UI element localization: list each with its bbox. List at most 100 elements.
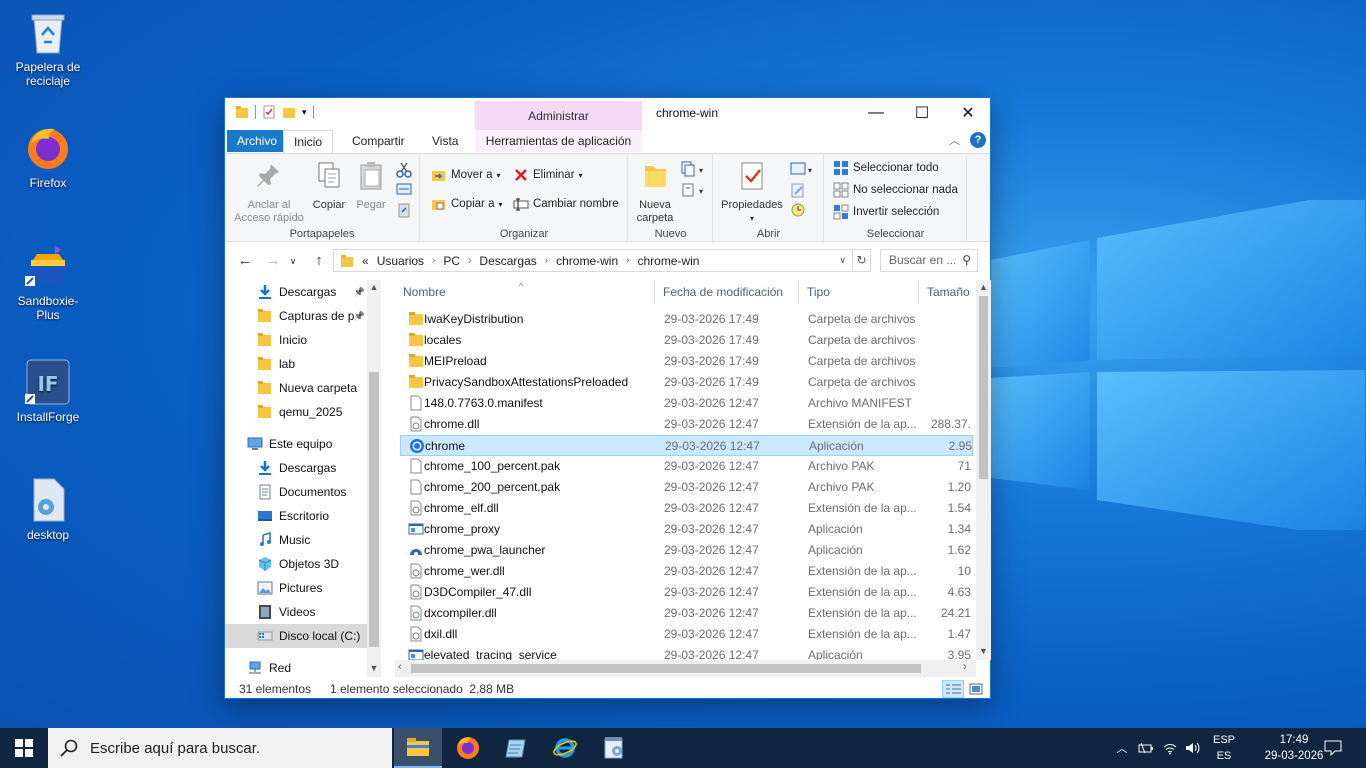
breadcrumb-pc[interactable]: PC [443,254,460,268]
taskbar-app-installer[interactable] [590,728,638,768]
file-row[interactable]: chrome_proxy 29-03-2026 12:47 Aplicación 1.… [400,519,973,540]
wifi-icon[interactable] [1162,741,1178,755]
open-icon[interactable]: ▾ [790,162,816,176]
nav-pane-scrollbar[interactable]: ▲ ▼ [367,280,381,677]
forward-button[interactable]: → [263,250,283,272]
nav-item-red[interactable]: Red [225,656,367,677]
chevron-right-icon[interactable]: › [626,255,629,266]
scroll-up-icon[interactable]: ▲ [976,282,991,292]
cut-icon[interactable] [396,162,412,178]
file-row[interactable]: chrome_100_percent.pak 29-03-2026 12:47 Ar… [400,456,973,477]
recent-locations-button[interactable]: ∨ [283,250,303,272]
desktop-icon-recycle-bin[interactable]: Papelera de reciclaje [8,8,88,88]
history-icon[interactable] [790,202,806,218]
new-folder-icon[interactable] [282,105,296,119]
nav-item-inicio[interactable]: Inicio [225,328,367,352]
scroll-down-icon[interactable]: ▼ [976,646,991,656]
invert-selection-button[interactable]: Invertir selección [833,204,939,220]
tab-home[interactable]: Inicio [283,130,334,153]
nav-item-qemu-2025[interactable]: qemu_2025 [225,400,367,424]
collapse-ribbon-icon[interactable]: ︿ [949,132,960,148]
new-folder-button[interactable]: Nueva carpeta [633,160,677,225]
scroll-left-icon[interactable]: ‹ [398,661,402,673]
desktop-icon-installforge[interactable]: IF InstallForge [8,358,88,424]
taskbar-search-box[interactable]: Escribe aquí para buscar. [48,728,392,768]
address-bar[interactable]: « Usuarios › PC › Descargas › chrome-win › c… [333,249,853,272]
file-row[interactable]: chrome_wer.dll 29-03-2026 12:47 Extensión … [400,561,973,582]
rename-button[interactable]: Cambiar nombre [513,196,619,212]
file-row[interactable]: dxil.dll 29-03-2026 12:47 Extensión de la … [400,624,973,645]
column-header-name[interactable]: Nombre ^ [395,280,655,304]
volume-icon[interactable] [1184,741,1202,755]
folder-row[interactable]: locales 29-03-2026 17:49 Carpeta de archiv… [400,330,973,351]
scroll-up-icon[interactable]: ▲ [367,282,381,292]
copy-to-button[interactable]: Copiar a ▾ [431,196,502,212]
edit-icon[interactable] [790,182,806,198]
taskbar-app-file-explorer[interactable] [394,728,442,768]
folder-row[interactable]: MEIPreload 29-03-2026 17:49 Carpeta de arc… [400,351,973,372]
breadcrumb-overflow[interactable]: « [362,254,369,268]
move-to-button[interactable]: Mover a ▾ [431,167,501,183]
file-row[interactable]: chrome 29-03-2026 12:47 Aplicación 2.95 [400,435,973,456]
breadcrumb-chrome-win[interactable]: chrome-win [556,254,618,268]
copy-button[interactable]: Copiar [309,160,349,212]
easy-access-icon[interactable]: ▾ [681,182,705,198]
folder-row[interactable]: IwaKeyDistribution 29-03-2026 17:49 Carpet… [400,309,973,330]
column-header-type[interactable]: Tipo [799,280,919,304]
nav-item-videos[interactable]: Videos [225,600,367,624]
battery-network-icon[interactable] [1138,741,1154,755]
properties-check-icon[interactable] [262,105,276,119]
file-row[interactable]: chrome.dll 29-03-2026 12:47 Extensión de l… [400,414,973,435]
folder-icon[interactable] [235,105,249,119]
file-row[interactable]: chrome_200_percent.pak 29-03-2026 12:47 Ar… [400,477,973,498]
maximize-button[interactable]: ☐ [899,98,945,128]
file-row[interactable]: chrome_elf.dll 29-03-2026 12:47 Extensión … [400,498,973,519]
show-hidden-icons-icon[interactable]: ︿ [1114,740,1130,756]
nav-item-documentos[interactable]: Documentos [225,480,367,504]
desktop-icon-desktop-file[interactable]: desktop [8,476,88,542]
details-view-button[interactable] [942,680,964,698]
nav-item-disco-local-c[interactable]: Disco local (C:) [225,624,367,648]
desktop-icon-sandboxie[interactable]: Sandboxie-Plus [8,242,88,322]
start-button[interactable] [0,728,48,768]
nav-item-lab[interactable]: lab [225,352,367,376]
nav-item-objetos-3d[interactable]: Objetos 3D [225,552,367,576]
chevron-right-icon[interactable]: › [545,255,548,266]
desktop-icon-firefox[interactable]: Firefox [8,124,88,190]
close-button[interactable]: ✕ [945,98,991,128]
file-row[interactable]: 148.0.7763.0.manifest 29-03-2026 12:47 Arc… [400,393,973,414]
breadcrumb-chrome-win-current[interactable]: chrome-win [637,254,699,268]
chevron-right-icon[interactable]: › [468,255,471,266]
scrollbar-thumb[interactable] [979,296,988,479]
taskbar-app-internet-explorer[interactable] [541,728,589,768]
tab-application-tools[interactable]: Herramientas de aplicación [475,130,642,152]
help-icon[interactable]: ? [970,132,986,148]
breadcrumb-descargas[interactable]: Descargas [479,254,536,268]
scrollbar-thumb[interactable] [369,372,379,647]
nav-item-pictures[interactable]: Pictures [225,576,367,600]
copy-path-icon[interactable] [396,183,412,195]
taskbar-app-notepad[interactable] [492,728,540,768]
minimize-button[interactable]: — [853,98,899,128]
properties-button[interactable]: Propiedades ▾ [718,160,786,225]
column-header-size[interactable]: Tamaño [919,280,979,304]
file-list-horizontal-scrollbar[interactable]: ‹ › [395,660,976,677]
action-center-button[interactable] [1310,728,1356,768]
address-dropdown-icon[interactable]: ∨ [839,255,846,266]
scrollbar-thumb[interactable] [411,664,921,673]
taskbar-app-firefox[interactable] [444,728,492,768]
back-button[interactable]: ← [235,250,255,272]
new-item-icon[interactable]: ▾ [681,161,705,177]
scroll-right-icon[interactable]: › [963,661,967,673]
file-row[interactable]: chrome_pwa_launcher 29-03-2026 12:47 Aplic… [400,540,973,561]
nav-item-descargas[interactable]: Descargas [225,456,367,480]
folder-row[interactable]: PrivacySandboxAttestationsPreloaded 29-03… [400,372,973,393]
file-list-vertical-scrollbar[interactable]: ▲ ▼ [976,280,991,660]
input-language-indicator[interactable]: ESP ES [1208,732,1240,764]
up-button[interactable]: ↑ [309,250,329,272]
chevron-right-icon[interactable]: › [432,255,435,266]
tab-share[interactable]: Compartir [342,130,415,152]
nav-item-escritorio[interactable]: Escritorio [225,504,367,528]
select-all-button[interactable]: Seleccionar todo [833,160,939,176]
paste-shortcut-icon[interactable] [396,202,412,218]
